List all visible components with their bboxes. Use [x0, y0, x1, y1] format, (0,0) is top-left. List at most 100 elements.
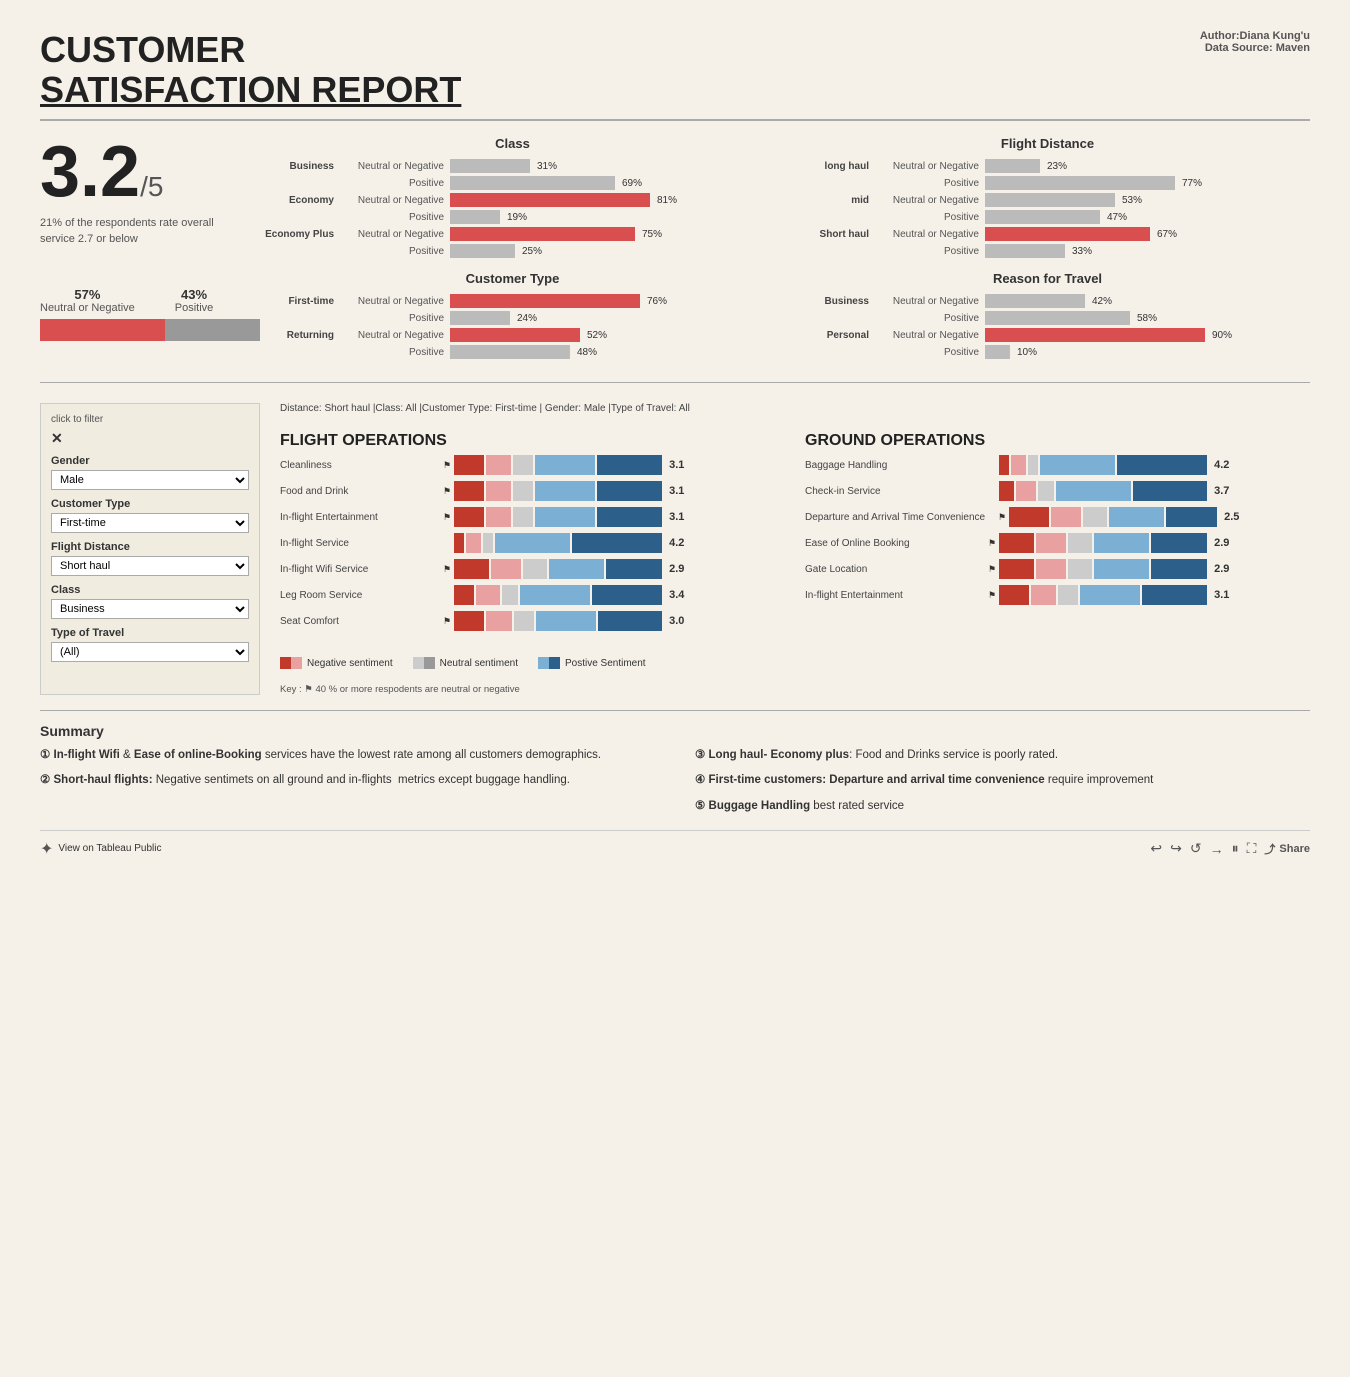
refresh-icon[interactable]: ↺ — [1190, 840, 1202, 857]
share-icon: ⤴ — [1264, 841, 1275, 857]
score-denom: /5 — [140, 171, 163, 202]
legend-positive-label: Postive Sentiment — [565, 658, 646, 669]
bar-row: Positive 69% — [250, 176, 775, 190]
footer-right: ↩ ↪ ↺ → ⏸ ⛶ ⤴ Share — [1150, 840, 1310, 857]
neg-sentiment: 57% Neutral or Negative — [40, 287, 135, 314]
fullscreen-icon[interactable]: ⛶ — [1247, 840, 1257, 857]
ground-ops-panel: GROUND OPERATIONS Baggage Handling ⚑ — [805, 432, 1310, 637]
bar-row: Personal Neutral or Negative 90% — [785, 328, 1310, 342]
legend-negative-label: Negative sentiment — [307, 658, 393, 669]
charts-area: Class Business Neutral or Negative 31% P… — [250, 136, 1310, 362]
sentiment-row: 57% Neutral or Negative 43% Positive — [40, 287, 240, 314]
bar-row: Returning Neutral or Negative 52% — [250, 328, 775, 342]
flight-distance-chart: Flight Distance long haul Neutral or Neg… — [785, 136, 1310, 261]
filter-travel-type: Type of Travel (All) Business Personal — [51, 627, 249, 662]
customer-type-chart: Customer Type First-time Neutral or Nega… — [250, 271, 775, 362]
flag-icon: ⚑ — [443, 486, 451, 497]
summary-col-right: ③ Long haul- Economy plus: Food and Drin… — [695, 747, 1310, 815]
metric-row: In-flight Entertainment ⚑ 3.1 — [280, 507, 785, 527]
bar-row: mid Neutral or Negative 53% — [785, 193, 1310, 207]
flight-ops-chart: Cleanliness ⚑ 3.1 — [280, 455, 785, 637]
metric-row: Gate Location ⚑ 2.9 — [805, 559, 1310, 579]
metric-row: Baggage Handling ⚑ 4.2 — [805, 455, 1310, 475]
metric-row: In-flight Service ⚑ 4.2 — [280, 533, 785, 553]
filter-customer-type: Customer Type First-time Returning (All) — [51, 498, 249, 533]
flag-icon: ⚑ — [988, 564, 996, 575]
header-title: CUSTOMER SATISFACTION REPORT — [40, 30, 461, 109]
summary-grid: ① In-flight Wifi & Ease of online-Bookin… — [40, 747, 1310, 815]
share-label: Share — [1279, 843, 1310, 855]
filter-gender: Gender Male Female (All) — [51, 455, 249, 490]
flag-icon: ⚑ — [998, 512, 1006, 523]
bar-row: Positive 25% — [250, 244, 775, 258]
bar-row: Short haul Neutral or Negative 67% — [785, 227, 1310, 241]
bar-row: Positive 47% — [785, 210, 1310, 224]
metric-row: Departure and Arrival Time Convenience ⚑… — [805, 507, 1310, 527]
flag-icon: ⚑ — [988, 590, 996, 601]
customer-type-select[interactable]: First-time Returning (All) — [51, 513, 249, 533]
class-select[interactable]: Business Economy Economy Plus (All) — [51, 599, 249, 619]
top-section: 3.2/5 21% of the respondents rate overal… — [40, 136, 1310, 383]
gender-select[interactable]: Male Female (All) — [51, 470, 249, 490]
summary-col-left: ① In-flight Wifi & Ease of online-Bookin… — [40, 747, 655, 815]
neg-bar — [40, 319, 165, 341]
sentiment-bar — [40, 319, 260, 341]
footer-left[interactable]: ✦ View on Tableau Public — [40, 839, 161, 859]
metric-row: Ease of Online Booking ⚑ 2.9 — [805, 533, 1310, 553]
charts-row-2: Customer Type First-time Neutral or Nega… — [250, 271, 1310, 362]
title-line2: SATISFACTION REPORT — [40, 70, 461, 110]
summary-section: Summary ① In-flight Wifi & Ease of onlin… — [40, 710, 1310, 815]
score-subtitle: 21% of the respondents rate overall serv… — [40, 216, 240, 247]
flag-icon: ⚑ — [443, 616, 451, 627]
filter-class: Class Business Economy Economy Plus (All… — [51, 584, 249, 619]
bar-row: Economy Neutral or Negative 81% — [250, 193, 775, 207]
header-meta: Author:Diana Kung'u Data Source: Maven — [1200, 30, 1310, 54]
charts-row-1: Class Business Neutral or Negative 31% P… — [250, 136, 1310, 261]
legend: Negative sentiment Neutral sentiment Pos… — [280, 657, 1310, 669]
redo-icon[interactable]: ↪ — [1170, 840, 1182, 857]
travel-type-select[interactable]: (All) Business Personal — [51, 642, 249, 662]
flight-distance-select[interactable]: Short haul mid long haul (All) — [51, 556, 249, 576]
metric-row: In-flight Wifi Service ⚑ 2.9 — [280, 559, 785, 579]
author-line: Author:Diana Kung'u — [1200, 30, 1310, 42]
bar-row: Positive 77% — [785, 176, 1310, 190]
summary-item-5: ⑤ Buggage Handling best rated service — [695, 798, 1310, 815]
bar-row: Business Neutral or Negative 31% — [250, 159, 775, 173]
ops-area: Distance: Short haul |Class: All |Custom… — [280, 403, 1310, 695]
metric-row: Check-in Service ⚑ 3.7 — [805, 481, 1310, 501]
close-button[interactable]: ✕ — [51, 430, 63, 447]
flag-icon: ⚑ — [988, 538, 996, 549]
ops-row: FLIGHT OPERATIONS Cleanliness ⚑ — [280, 432, 1310, 637]
summary-item-1: ① In-flight Wifi & Ease of online-Bookin… — [40, 747, 655, 764]
summary-item-3: ③ Long haul- Economy plus: Food and Drin… — [695, 747, 1310, 764]
datasource-line: Data Source: Maven — [1200, 42, 1310, 54]
pos-bar — [165, 319, 260, 341]
reason-travel-chart: Reason for Travel Business Neutral or Ne… — [785, 271, 1310, 362]
score-value: 3.2 — [40, 132, 140, 212]
pos-sentiment: 43% Positive — [175, 287, 214, 314]
bar-row: Positive 10% — [785, 345, 1310, 359]
legend-neutral-label: Neutral sentiment — [440, 658, 518, 669]
metric-row: In-flight Entertainment ⚑ 3.1 — [805, 585, 1310, 605]
ground-ops-chart: Baggage Handling ⚑ 4.2 — [805, 455, 1310, 611]
bar-row: Positive 19% — [250, 210, 775, 224]
footer: ✦ View on Tableau Public ↩ ↪ ↺ → ⏸ ⛶ ⤴ S… — [40, 830, 1310, 859]
forward-icon[interactable]: → — [1210, 841, 1224, 857]
tableau-icon: ✦ — [40, 839, 53, 859]
undo-icon[interactable]: ↩ — [1150, 840, 1162, 857]
bar-row: Positive 48% — [250, 345, 775, 359]
share-button[interactable]: ⤴ Share — [1264, 841, 1310, 857]
legend-neutral: Neutral sentiment — [413, 657, 518, 669]
flag-icon: ⚑ — [443, 564, 451, 575]
pause-icon[interactable]: ⏸ — [1232, 840, 1239, 857]
title-line1: CUSTOMER — [40, 30, 461, 70]
filter-flight-distance: Flight Distance Short haul mid long haul… — [51, 541, 249, 576]
tableau-link[interactable]: View on Tableau Public — [58, 843, 161, 854]
bar-row: Economy Plus Neutral or Negative 75% — [250, 227, 775, 241]
flag-icon: ⚑ — [443, 460, 451, 471]
legend-positive: Postive Sentiment — [538, 657, 646, 669]
metric-row: Leg Room Service ⚑ 3.4 — [280, 585, 785, 605]
flight-ops-panel: FLIGHT OPERATIONS Cleanliness ⚑ — [280, 432, 785, 637]
summary-item-4: ④ First-time customers: Departure and ar… — [695, 772, 1310, 789]
legend-negative: Negative sentiment — [280, 657, 393, 669]
